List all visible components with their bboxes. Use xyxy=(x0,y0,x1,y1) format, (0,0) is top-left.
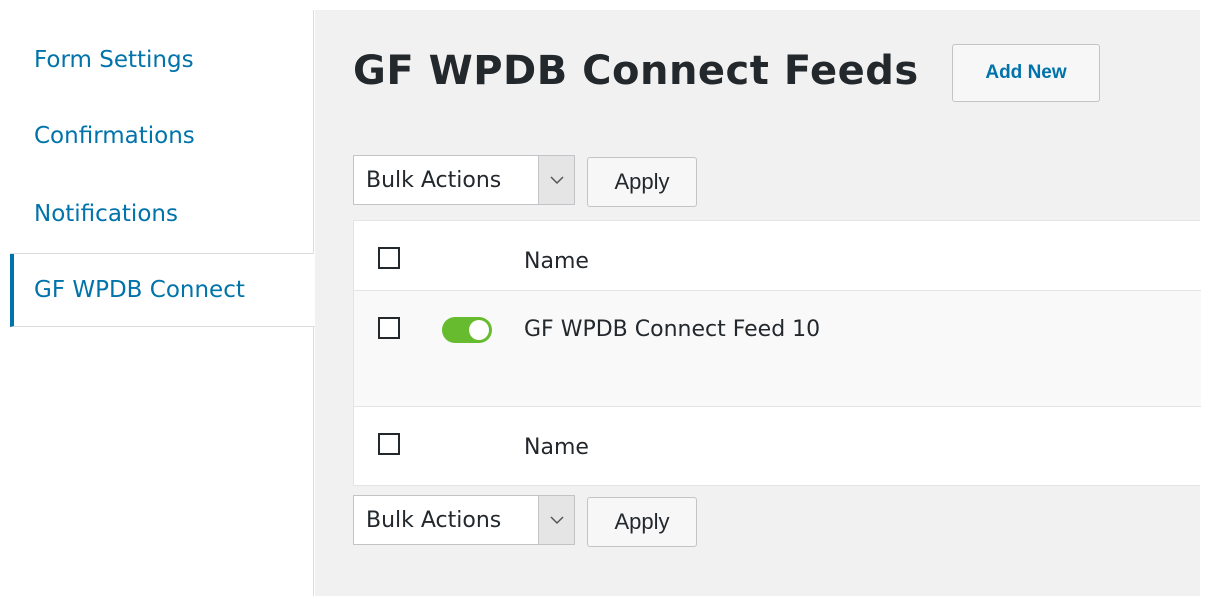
feeds-table: Name GF WPDB Connect Feed 10 Name xyxy=(353,220,1201,486)
apply-button[interactable]: Apply xyxy=(587,157,697,207)
bulk-actions-bottom: Bulk Actions Apply xyxy=(353,495,773,547)
bulk-actions-select-bottom[interactable]: Bulk Actions xyxy=(353,495,575,545)
select-all-checkbox[interactable] xyxy=(378,247,400,269)
sidebar-item-label: GF WPDB Connect xyxy=(34,277,245,303)
add-new-button[interactable]: Add New xyxy=(952,44,1100,102)
bulk-actions-selected: Bulk Actions xyxy=(366,167,502,193)
chevron-down-icon xyxy=(538,156,574,204)
toggle-on-icon[interactable] xyxy=(442,317,492,343)
table-row: GF WPDB Connect Feed 10 xyxy=(354,291,1201,407)
settings-sidebar: Form Settings Confirmations Notification… xyxy=(10,10,315,596)
sidebar-item-form-settings[interactable]: Form Settings xyxy=(10,24,314,96)
bulk-actions-select[interactable]: Bulk Actions xyxy=(353,155,575,205)
apply-button-bottom[interactable]: Apply xyxy=(587,497,697,547)
bulk-actions-selected: Bulk Actions xyxy=(366,507,502,533)
select-all-checkbox-footer[interactable] xyxy=(378,433,400,455)
feed-name-link[interactable]: GF WPDB Connect Feed 10 xyxy=(524,317,820,342)
page-title: GF WPDB Connect Feeds xyxy=(353,48,919,94)
column-header-name[interactable]: Name xyxy=(524,249,589,274)
app-root: Form Settings Confirmations Notification… xyxy=(0,0,1205,596)
main-content: GF WPDB Connect Feeds Add New Bulk Actio… xyxy=(315,10,1201,596)
table-footer-row: Name xyxy=(354,407,1201,477)
chevron-down-icon xyxy=(538,496,574,544)
sidebar-item-label: Confirmations xyxy=(34,123,195,149)
sidebar-item-label: Notifications xyxy=(34,201,178,227)
row-checkbox[interactable] xyxy=(378,317,400,339)
table-header-row: Name xyxy=(354,221,1201,291)
sidebar-item-notifications[interactable]: Notifications xyxy=(10,175,314,254)
column-footer-name[interactable]: Name xyxy=(524,435,589,460)
sidebar-item-label: Form Settings xyxy=(34,47,194,73)
sidebar-item-gf-wpdb-connect[interactable]: GF WPDB Connect xyxy=(10,254,315,327)
sidebar-item-confirmations[interactable]: Confirmations xyxy=(10,100,314,172)
toggle-knob xyxy=(469,320,489,340)
bulk-actions-top: Bulk Actions Apply xyxy=(353,155,773,207)
